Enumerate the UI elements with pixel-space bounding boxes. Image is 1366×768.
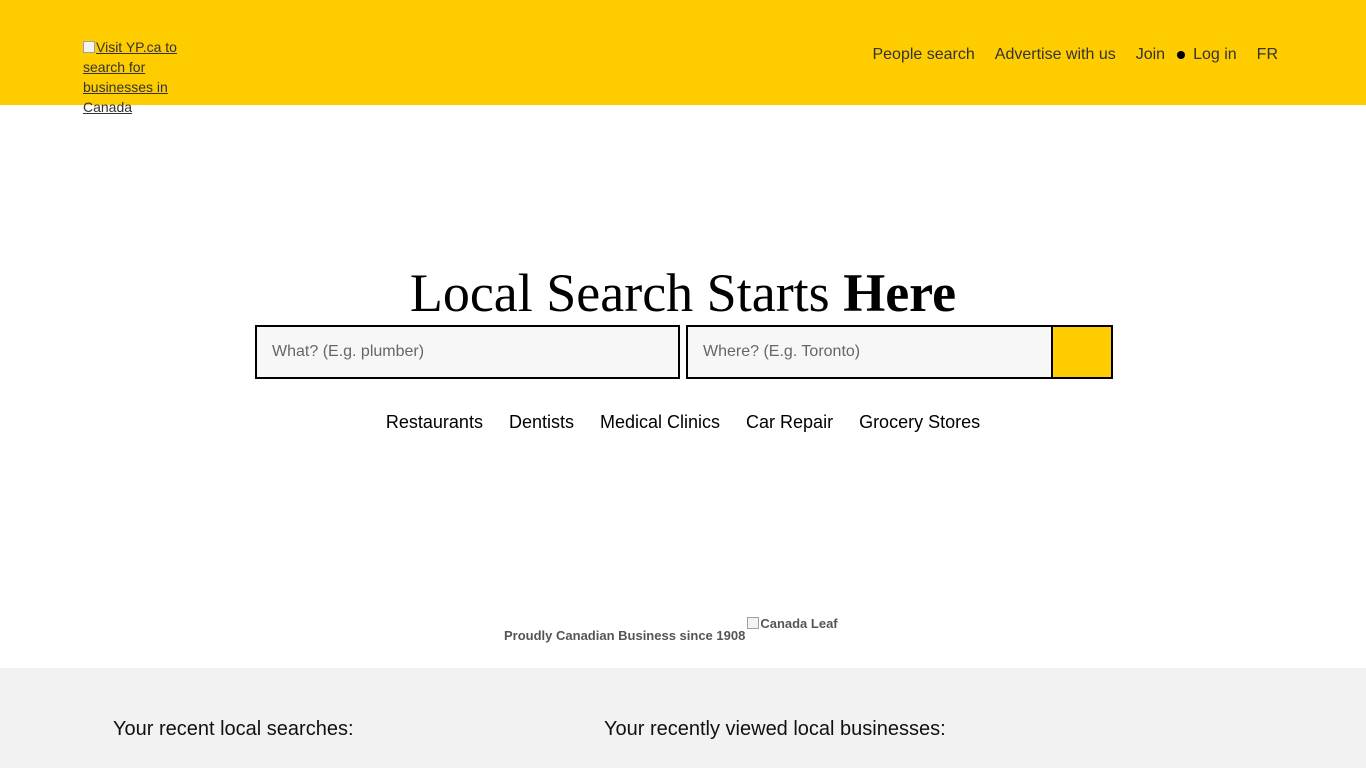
where-input[interactable]: Where? (E.g. Toronto) xyxy=(686,325,1054,379)
quick-link-car-repair[interactable]: Car Repair xyxy=(746,410,833,434)
proudly-canadian: Proudly Canadian Business since 1908 Can… xyxy=(504,614,838,644)
canada-leaf-alt: Canada Leaf xyxy=(760,616,838,631)
nav-login[interactable]: Log in xyxy=(1193,44,1237,66)
broken-image-icon xyxy=(747,617,760,629)
logo-alt-text: Visit YP.ca to search for businesses in … xyxy=(83,39,177,115)
what-input[interactable]: What? (E.g. plumber) xyxy=(255,325,680,379)
nav-people-search[interactable]: People search xyxy=(872,44,974,66)
nav-join[interactable]: Join xyxy=(1136,44,1165,66)
top-nav: People search Advertise with us Join Log… xyxy=(872,44,1278,66)
proudly-canadian-text: Proudly Canadian Business since 1908 xyxy=(504,628,746,643)
search-button[interactable] xyxy=(1051,325,1113,379)
quick-link-restaurants[interactable]: Restaurants xyxy=(386,410,483,434)
canada-leaf-image: Canada Leaf xyxy=(747,616,838,632)
hero-title-bold: Here xyxy=(843,263,957,323)
recent-searches-title: Your recent local searches: xyxy=(113,718,354,740)
logo-link[interactable]: Visit YP.ca to search for businesses in … xyxy=(83,37,193,117)
hero-title-regular: Local Search Starts xyxy=(409,263,844,323)
quick-links: Restaurants Dentists Medical Clinics Car… xyxy=(0,410,1366,434)
hero-title: Local Search Starts Here xyxy=(0,262,1366,324)
nav-advertise[interactable]: Advertise with us xyxy=(995,44,1116,66)
separator-dot xyxy=(1177,51,1186,59)
quick-link-medical-clinics[interactable]: Medical Clinics xyxy=(600,410,720,434)
recent-section: Your recent local searches: Your recentl… xyxy=(0,668,1366,768)
recent-businesses-title: Your recently viewed local businesses: xyxy=(604,718,946,740)
quick-link-dentists[interactable]: Dentists xyxy=(509,410,574,434)
site-header: Visit YP.ca to search for businesses in … xyxy=(0,0,1366,115)
broken-image-icon xyxy=(83,41,95,53)
nav-language-toggle[interactable]: FR xyxy=(1257,44,1278,66)
quick-link-grocery-stores[interactable]: Grocery Stores xyxy=(859,410,980,434)
